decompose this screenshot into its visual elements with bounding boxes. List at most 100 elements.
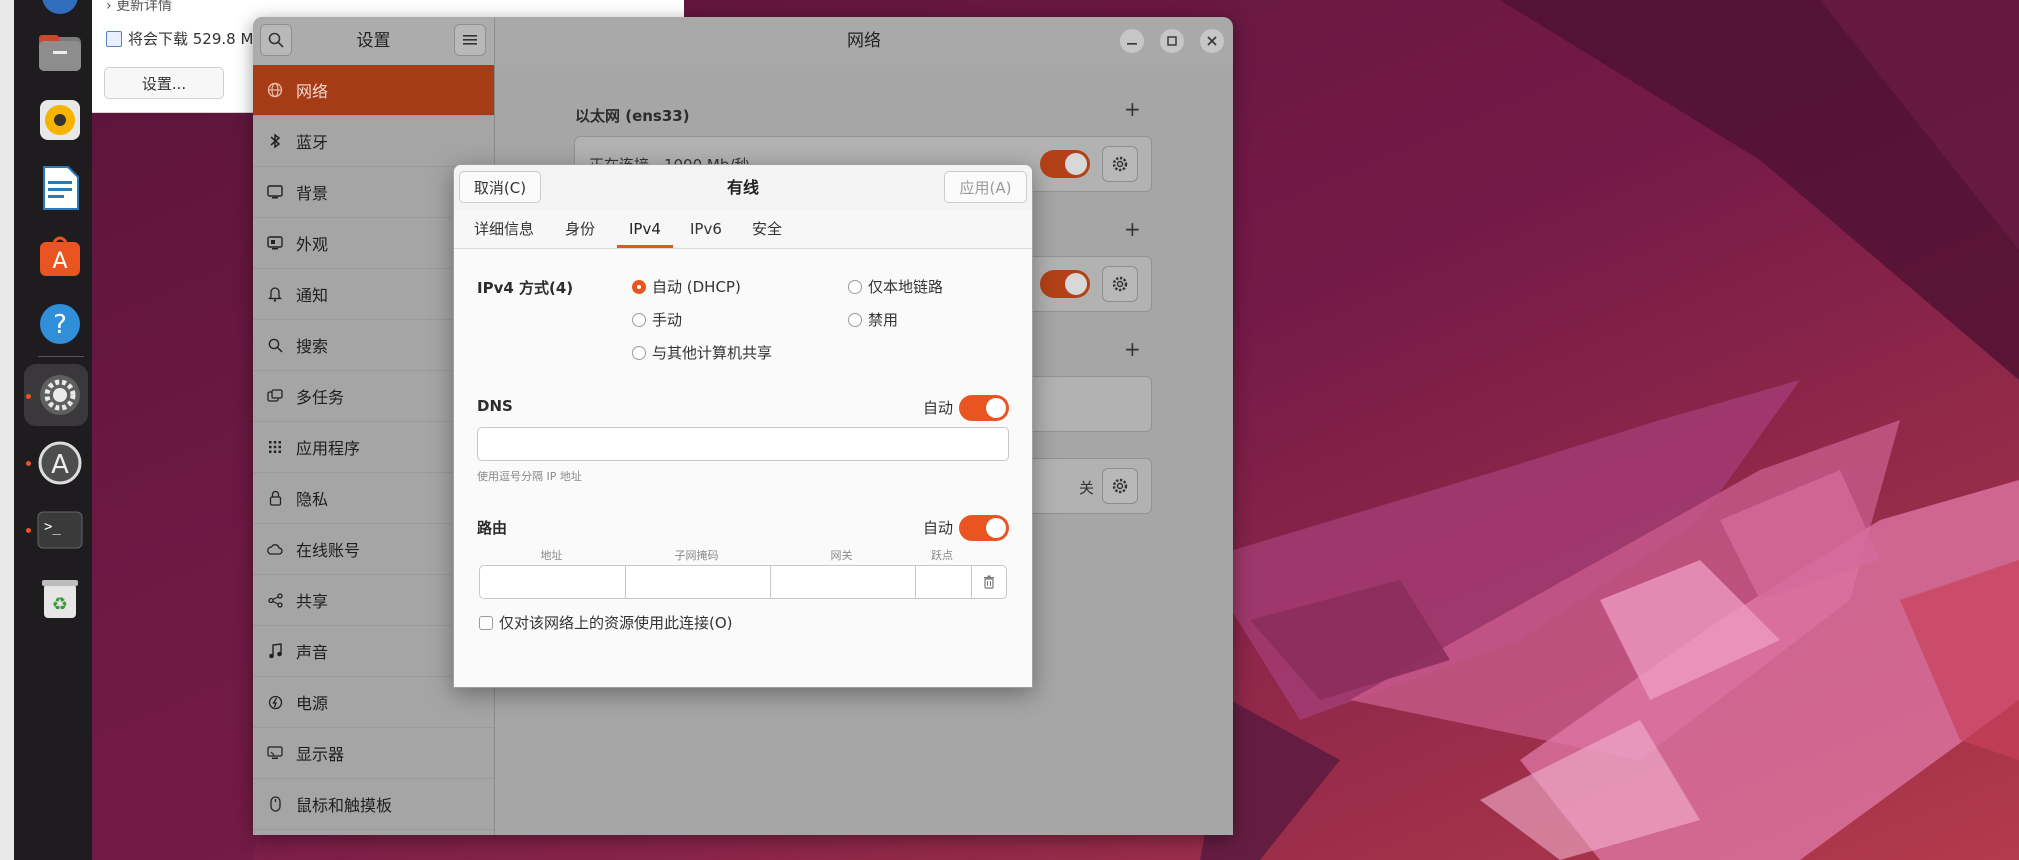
sidebar-item-label: 蓝牙 — [296, 133, 329, 152]
sidebar-item-label: 外观 — [296, 235, 329, 254]
software-updater-icon[interactable]: A — [36, 439, 84, 487]
help-icon[interactable]: ? — [36, 300, 84, 348]
update-details-label: 更新详情 — [116, 0, 173, 14]
add-connection-button[interactable]: + — [1124, 337, 1141, 361]
checkbox-unchecked-icon — [479, 615, 493, 630]
rhythmbox-icon[interactable] — [36, 96, 84, 144]
vpn-settings-button[interactable] — [1102, 266, 1138, 302]
tab-security[interactable]: 安全 — [752, 210, 782, 248]
ethernet-toggle[interactable] — [1040, 150, 1090, 178]
radio-link-local[interactable]: 仅本地链路 — [848, 276, 943, 297]
route-address-input[interactable] — [480, 566, 625, 598]
tab-ipv6[interactable]: IPv6 — [690, 210, 722, 248]
share-icon — [266, 591, 284, 609]
chevron-right-icon: › — [106, 0, 112, 14]
trash-icon[interactable]: ♻ — [36, 574, 84, 622]
route-column-address: 地址 — [540, 549, 563, 562]
svg-text:♻: ♻ — [52, 594, 68, 615]
close-button[interactable] — [1200, 29, 1224, 53]
minimize-button[interactable] — [1120, 29, 1144, 53]
tab-ipv4[interactable]: IPv4 — [629, 210, 661, 248]
sidebar-item-label: 在线账号 — [296, 541, 361, 560]
radio-unselected-icon — [632, 345, 646, 360]
radio-label: 仅本地链路 — [868, 278, 944, 296]
sidebar-item-displays[interactable]: 显示器 — [253, 728, 494, 779]
tab-identity[interactable]: 身份 — [565, 210, 595, 248]
proxy-settings-button[interactable] — [1102, 468, 1138, 504]
app-center-icon[interactable]: A — [36, 232, 84, 280]
radio-auto-dhcp[interactable]: 自动 (DHCP) — [632, 276, 741, 297]
sidebar-item-label: 网络 — [296, 82, 329, 101]
network-icon — [266, 81, 284, 99]
appearance-icon — [266, 234, 284, 252]
svg-text:A: A — [52, 249, 67, 274]
lock-icon — [266, 489, 284, 507]
dns-input[interactable] — [477, 427, 1009, 461]
running-indicator — [26, 394, 31, 399]
route-gateway-input[interactable] — [771, 566, 915, 598]
sidebar-item-mouse-touchpad[interactable]: 鼠标和触摸板 — [253, 779, 494, 830]
sidebar-header: 设置 — [253, 17, 495, 65]
delete-route-button[interactable] — [972, 566, 1006, 598]
search-button[interactable] — [260, 24, 292, 56]
dialog-header: 有线 取消(C) 应用(A) — [454, 165, 1032, 211]
sidebar-item-label: 声音 — [296, 643, 329, 662]
cancel-button[interactable]: 取消(C) — [459, 171, 541, 203]
radio-label: 与其他计算机共享 — [652, 344, 773, 362]
minimize-icon — [1127, 43, 1137, 45]
plus-icon: + — [1124, 97, 1141, 121]
checkbox-label: 仅对该网络上的资源使用此连接(O) — [499, 614, 733, 632]
dock-separator — [38, 356, 84, 357]
svg-text:A: A — [51, 450, 69, 480]
route-column-gateway: 网关 — [830, 549, 853, 562]
route-netmask-input[interactable] — [626, 566, 770, 598]
dialog-tabs: 详细信息 身份 IPv4 IPv6 安全 — [454, 210, 1032, 249]
svg-text:>_: >_ — [44, 519, 61, 535]
routes-auto-toggle[interactable] — [959, 515, 1009, 541]
dns-hint: 使用逗号分隔 IP 地址 — [477, 470, 582, 483]
writer-icon[interactable] — [36, 164, 84, 212]
apply-button[interactable]: 应用(A) — [944, 171, 1027, 203]
sidebar-item-label: 鼠标和触摸板 — [296, 796, 393, 815]
dock-app-top-icon[interactable] — [36, 0, 84, 20]
add-ethernet-button[interactable]: + — [1124, 97, 1141, 121]
search-icon — [268, 32, 284, 48]
route-row — [479, 565, 1007, 599]
running-indicator — [26, 461, 31, 466]
routes-auto-label: 自动 — [923, 519, 954, 537]
radio-shared[interactable]: 与其他计算机共享 — [632, 342, 772, 363]
ipv4-method-label: IPv4 方式(4) — [477, 279, 574, 297]
multitask-icon — [266, 387, 284, 405]
dns-auto-toggle[interactable] — [959, 395, 1009, 421]
radio-manual[interactable]: 手动 — [632, 309, 682, 330]
sidebar-item-label: 共享 — [296, 592, 329, 611]
only-local-resources-checkbox[interactable]: 仅对该网络上的资源使用此连接(O) — [479, 612, 733, 633]
update-settings-button[interactable]: 设置... — [104, 67, 224, 99]
route-metric-input[interactable] — [916, 566, 971, 598]
terminal-icon[interactable]: >_ — [36, 506, 84, 554]
files-icon[interactable] — [36, 28, 84, 76]
search-icon — [266, 336, 284, 354]
add-vpn-button[interactable]: + — [1124, 217, 1141, 241]
update-details-expander[interactable]: › 更新详情 — [106, 0, 172, 15]
maximize-button[interactable] — [1160, 29, 1184, 53]
background-icon — [266, 183, 284, 201]
sidebar-item-network[interactable]: 网络 — [253, 65, 494, 116]
vpn-toggle[interactable] — [1040, 270, 1090, 298]
sidebar-item-label: 显示器 — [296, 745, 345, 764]
active-tab-indicator — [617, 245, 673, 248]
tab-details[interactable]: 详细信息 — [474, 210, 534, 248]
radio-disabled[interactable]: 禁用 — [848, 309, 898, 330]
left-screen-edge — [0, 0, 14, 860]
sidebar-item-label: 电源 — [296, 694, 329, 713]
sidebar-item-label: 隐私 — [296, 490, 329, 509]
settings-app-icon[interactable] — [36, 371, 84, 419]
dns-auto-label: 自动 — [923, 399, 954, 417]
gear-icon — [1112, 478, 1128, 494]
sidebar-item-label: 通知 — [296, 286, 329, 305]
sidebar-item-bluetooth[interactable]: 蓝牙 — [253, 116, 494, 167]
main-header: 网络 — [495, 17, 1233, 65]
menu-button[interactable] — [454, 24, 486, 56]
close-icon — [1207, 36, 1217, 46]
ethernet-settings-button[interactable] — [1102, 146, 1138, 182]
